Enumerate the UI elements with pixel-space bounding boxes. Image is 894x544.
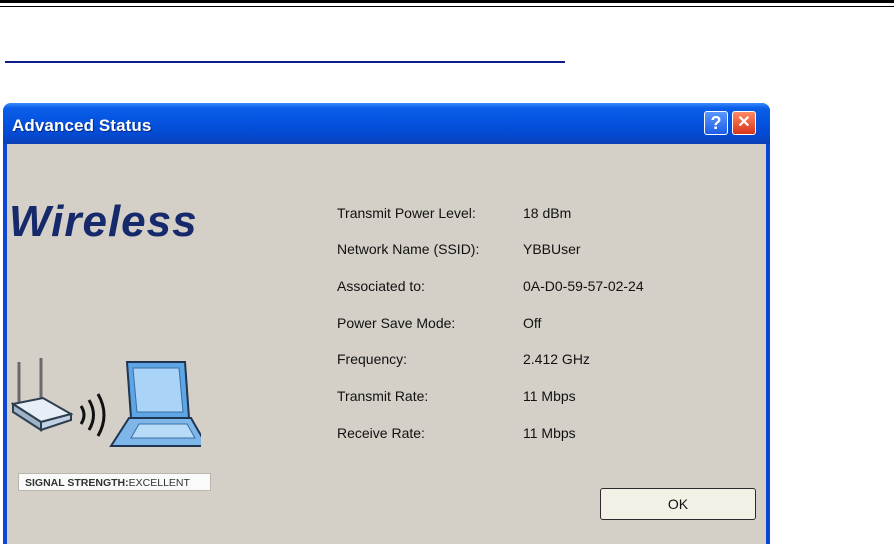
status-value: 0A-D0-59-57-02-24 [523,278,644,294]
dialog-client-area: Wireless SIGNAL STRENGTH:EXCELLENT Trans… [7,144,766,544]
status-label: Transmit Rate: [337,388,429,404]
status-label: Associated to: [337,278,425,294]
page-rule-top-thin [0,6,894,7]
status-label: Transmit Power Level: [337,205,476,221]
close-button[interactable]: ✕ [732,111,756,135]
help-button[interactable]: ? [704,111,728,135]
status-value: 11 Mbps [523,425,576,441]
window-title: Advanced Status [12,116,152,135]
signal-strength-value: EXCELLENT [128,477,190,489]
wireless-logo: Wireless [9,197,198,246]
signal-strength-label: SIGNAL STRENGTH: [25,477,129,489]
title-bar[interactable]: Advanced Status ? ✕ [3,103,770,144]
signal-strength-indicator: SIGNAL STRENGTH:EXCELLENT [18,473,211,491]
page-rule-blue [5,61,565,63]
router-to-laptop-icon [11,358,201,447]
status-value: 2.412 GHz [523,351,590,367]
status-value: YBBUser [523,241,581,257]
ok-button[interactable]: OK [600,488,756,520]
status-label: Receive Rate: [337,425,425,441]
status-label: Network Name (SSID): [337,241,480,257]
page-rule-top [0,0,894,3]
status-value: Off [523,315,542,331]
status-label: Power Save Mode: [337,315,456,331]
close-icon: ✕ [737,114,751,131]
status-value: 18 dBm [523,205,572,221]
help-icon: ? [710,113,722,133]
status-value: 11 Mbps [523,388,576,404]
status-label: Frequency: [337,351,408,367]
advanced-status-dialog: Advanced Status ? ✕ Wireless SIGNAL STRE… [3,103,770,544]
